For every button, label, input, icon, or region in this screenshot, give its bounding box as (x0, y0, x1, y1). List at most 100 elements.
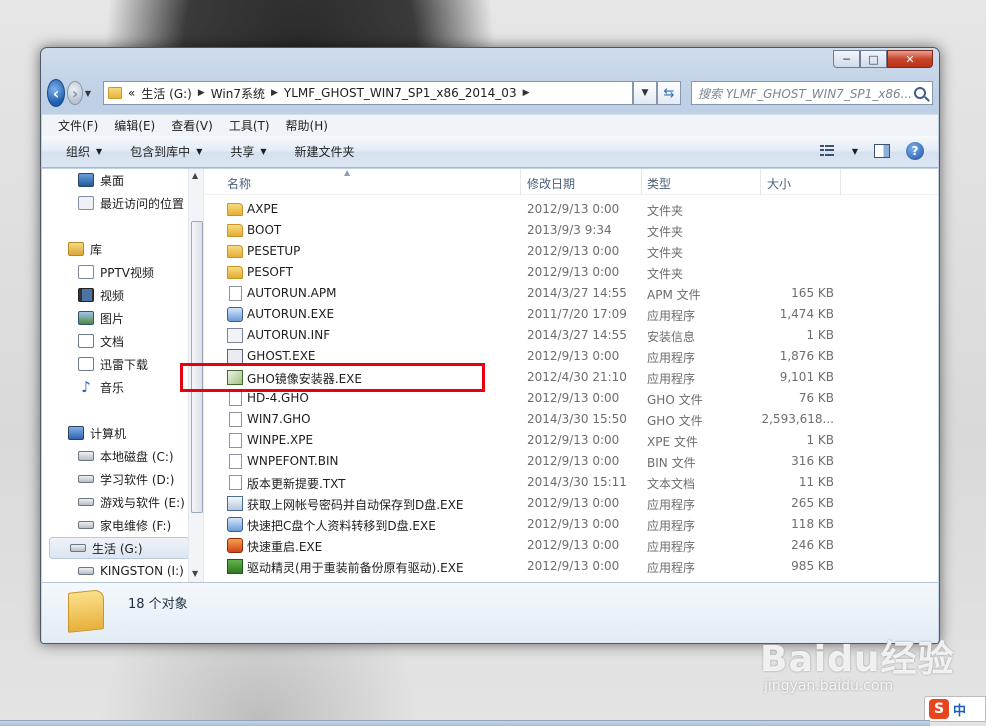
caret-down-icon: ▼ (96, 147, 103, 156)
menu-view[interactable]: 查看(V) (171, 117, 213, 134)
library-icon (68, 242, 84, 256)
recent-pages-dropdown[interactable]: ▼ (85, 89, 91, 98)
nav-item-drive-f[interactable]: 家电维修 (F:) (78, 514, 171, 536)
scroll-up-icon[interactable]: ▲ (192, 171, 198, 180)
new-folder-button[interactable]: 新建文件夹 (295, 143, 355, 160)
file-row[interactable]: 快速重启.EXE 2012/9/13 0:00 应用程序 246 KB (205, 535, 938, 556)
address-dropdown-button[interactable]: ▼ (633, 81, 657, 105)
nav-label: 本地磁盘 (C:) (100, 449, 174, 464)
back-button[interactable]: ‹ (47, 79, 66, 107)
maximize-button[interactable]: □ (860, 50, 887, 68)
file-row[interactable]: 快速把C盘个人资料转移到D盘.EXE 2012/9/13 0:00 应用程序 118 … (205, 514, 938, 535)
nav-item-pptv[interactable]: PPTV视频 (78, 261, 154, 283)
menu-tools[interactable]: 工具(T) (229, 117, 270, 134)
nav-item-recent[interactable]: 最近访问的位置 (78, 192, 184, 214)
chevron-right-icon[interactable]: ▶ (523, 88, 530, 98)
breadcrumb-folder[interactable]: Win7系统 (211, 85, 265, 102)
file-size: 316 KB (791, 454, 834, 468)
file-type: 应用程序 (647, 372, 696, 386)
nav-item-desktop[interactable]: 桌面 (78, 169, 124, 191)
nav-label: 音乐 (100, 380, 125, 395)
address-bar[interactable]: « 生活 (G:) ▶ Win7系统 ▶ YLMF_GHOST_WIN7_SP1… (103, 81, 633, 105)
chevron-right-icon[interactable]: ▶ (198, 88, 205, 98)
nav-item-computer[interactable]: 计算机 (68, 422, 126, 444)
column-name[interactable]: 名称 (227, 175, 251, 192)
chevron-right-icon[interactable]: ▶ (271, 88, 278, 98)
refresh-button[interactable]: ⇆ (657, 81, 681, 105)
file-name: 驱动精灵(用于重装前备份原有驱动).EXE (247, 561, 464, 575)
breadcrumb-drive[interactable]: 生活 (G:) (141, 85, 192, 102)
view-options-icon[interactable] (819, 145, 836, 157)
search-icon[interactable] (914, 87, 926, 99)
share-label: 共享 (230, 145, 255, 159)
breadcrumb-current[interactable]: YLMF_GHOST_WIN7_SP1_x86_2014_03 (284, 86, 517, 100)
breadcrumb-overflow[interactable]: « (128, 86, 135, 100)
file-size: 11 KB (798, 475, 834, 489)
file-row[interactable]: AXPE 2012/9/13 0:00 文件夹 (205, 199, 938, 220)
file-row[interactable]: WIN7.GHO 2014/3/30 15:50 GHO 文件 2,593,618..… (205, 409, 938, 430)
nav-item-drive-g-selected[interactable]: 生活 (G:) (49, 537, 189, 559)
file-row[interactable]: 获取上网帐号密码并自动保存到D盘.EXE 2012/9/13 0:00 应用程序 26… (205, 493, 938, 514)
nav-item-pictures[interactable]: 图片 (78, 307, 124, 329)
nav-item-documents[interactable]: 文档 (78, 330, 124, 352)
nav-item-drive-d[interactable]: 学习软件 (D:) (78, 468, 174, 490)
file-row[interactable]: BOOT 2013/9/3 9:34 文件夹 (205, 220, 938, 241)
file-row[interactable]: AUTORUN.EXE 2011/7/20 17:09 应用程序 1,474 KB (205, 304, 938, 325)
include-in-library-button[interactable]: 包含到库中 ▼ (130, 143, 202, 160)
file-row[interactable]: WNPEFONT.BIN 2012/9/13 0:00 BIN 文件 316 KB (205, 451, 938, 472)
scroll-down-icon[interactable]: ▼ (192, 569, 198, 578)
file-type: 安装信息 (647, 330, 696, 344)
nav-item-drive-e[interactable]: 游戏与软件 (E:) (78, 491, 185, 513)
organize-button[interactable]: 组织 ▼ (66, 143, 102, 160)
minimize-button[interactable]: ─ (833, 50, 860, 68)
file-name: WIN7.GHO (247, 412, 311, 426)
close-button[interactable]: ✕ (887, 50, 933, 68)
include-library-label: 包含到库中 (130, 145, 191, 159)
file-row[interactable]: 驱动精灵(用于重装前备份原有驱动).EXE 2012/9/13 0:00 应用程序 9… (205, 556, 938, 577)
file-row[interactable]: PESETUP 2012/9/13 0:00 文件夹 (205, 241, 938, 262)
desktop-icon (78, 173, 94, 187)
text-file-icon (229, 475, 242, 490)
share-button[interactable]: 共享 ▼ (230, 143, 266, 160)
forward-button[interactable]: › (67, 81, 83, 105)
file-row[interactable]: AUTORUN.APM 2014/3/27 14:55 APM 文件 165 KB (205, 283, 938, 304)
file-name: WINPE.XPE (247, 433, 314, 447)
file-row[interactable]: AUTORUN.INF 2014/3/27 14:55 安装信息 1 KB (205, 325, 938, 346)
column-size[interactable]: 大小 (767, 175, 791, 192)
nav-item-thunder[interactable]: 迅雷下载 (78, 353, 148, 375)
nav-item-music[interactable]: ♪ 音乐 (78, 376, 124, 398)
file-type: 文件夹 (647, 204, 684, 218)
preview-pane-icon[interactable] (874, 144, 890, 158)
nav-item-video[interactable]: 视频 (78, 284, 124, 306)
folder-icon (227, 266, 243, 279)
ime-mode-label[interactable]: 中 (953, 700, 966, 719)
file-size: 265 KB (791, 496, 834, 510)
caret-down-icon[interactable]: ▼ (852, 147, 858, 156)
column-date[interactable]: 修改日期 (527, 175, 575, 192)
menu-edit[interactable]: 编辑(E) (114, 117, 155, 134)
nav-label: 桌面 (100, 173, 125, 188)
file-row[interactable]: PESOFT 2012/9/13 0:00 文件夹 (205, 262, 938, 283)
file-date: 2012/9/13 0:00 (527, 433, 620, 447)
file-date: 2014/3/27 14:55 (527, 286, 627, 300)
folder-icon (68, 589, 104, 633)
computer-icon (68, 426, 84, 440)
menu-help[interactable]: 帮助(H) (286, 117, 328, 134)
file-name: WNPEFONT.BIN (247, 454, 339, 468)
nav-item-drive-i[interactable]: KINGSTON (I:) (78, 560, 184, 582)
nav-label: 最近访问的位置 (100, 196, 185, 211)
menu-file[interactable]: 文件(F) (58, 117, 98, 134)
file-name: AUTORUN.EXE (247, 307, 335, 321)
column-type[interactable]: 类型 (647, 175, 671, 192)
file-size: 1,876 KB (779, 349, 834, 363)
nav-item-drive-c[interactable]: 本地磁盘 (C:) (78, 445, 174, 467)
sort-ascending-icon: ▲ (344, 168, 351, 177)
search-input[interactable]: 搜索 YLMF_GHOST_WIN7_SP1_x86... (691, 81, 933, 105)
organize-label: 组织 (66, 145, 91, 159)
file-row[interactable]: 版本更新提要.TXT 2014/3/30 15:11 文本文档 11 KB (205, 472, 938, 493)
file-row[interactable]: WINPE.XPE 2012/9/13 0:00 XPE 文件 1 KB (205, 430, 938, 451)
ime-toolbar[interactable]: S 中 (924, 696, 986, 722)
help-icon[interactable]: ? (906, 142, 924, 160)
file-size: 2,593,618... (761, 412, 834, 426)
nav-item-library[interactable]: 库 (68, 238, 102, 260)
